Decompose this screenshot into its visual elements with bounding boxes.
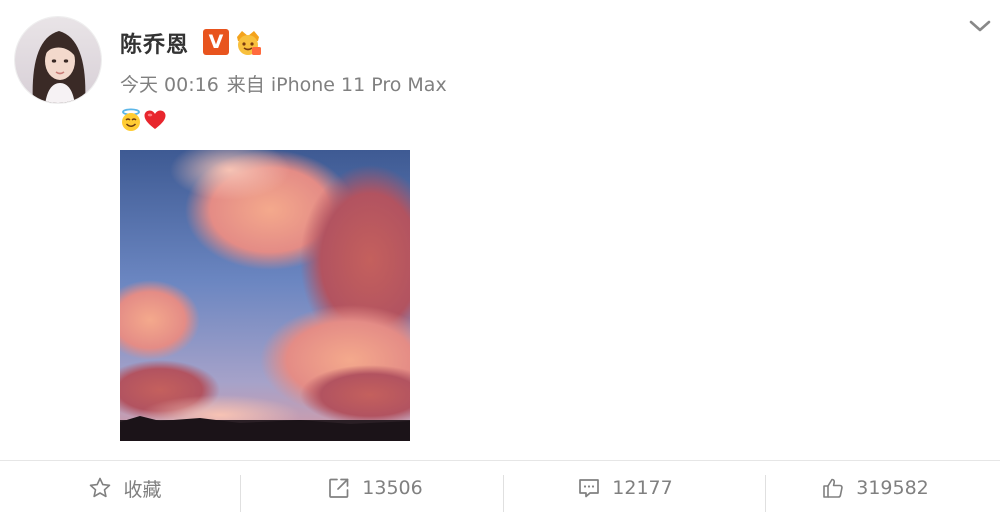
star-icon <box>90 477 111 498</box>
post-time[interactable]: 今天 00:16 <box>120 74 219 96</box>
post-meta: 今天 00:16 来自 iPhone 11 Pro Max <box>120 70 447 97</box>
author-name[interactable]: 陈乔恩 <box>120 27 189 59</box>
avatar-image <box>15 17 101 103</box>
favorite-button[interactable]: 收藏 <box>0 461 250 515</box>
like-count: 319582 <box>856 477 929 499</box>
like-button[interactable]: 319582 <box>750 461 1000 515</box>
post-source: 来自 iPhone 11 Pro Max <box>226 74 447 96</box>
favorite-label: 收藏 <box>123 478 162 501</box>
action-separator <box>240 475 241 512</box>
chevron-down-icon[interactable] <box>967 16 993 36</box>
avatar[interactable] <box>14 16 102 104</box>
repost-count: 13506 <box>362 477 423 499</box>
verified-badge[interactable]: V <box>203 29 229 55</box>
action-separator <box>503 475 504 512</box>
fan-crown-icon[interactable] <box>233 27 263 57</box>
repost-icon <box>329 478 349 498</box>
repost-button[interactable]: 13506 <box>250 461 500 515</box>
comment-count: 12177 <box>612 477 673 499</box>
action-bar: 收藏 13506 12177 319582 <box>0 461 1000 515</box>
action-separator <box>765 475 766 512</box>
post-content <box>119 108 167 132</box>
comment-icon <box>579 479 600 498</box>
smiling-face-with-halo-icon <box>122 108 140 131</box>
sunset-clouds-photo <box>120 150 410 441</box>
red-heart-icon <box>144 110 166 129</box>
thumbs-up-icon <box>823 478 843 498</box>
comment-button[interactable]: 12177 <box>500 461 750 515</box>
post-image[interactable] <box>120 150 410 441</box>
